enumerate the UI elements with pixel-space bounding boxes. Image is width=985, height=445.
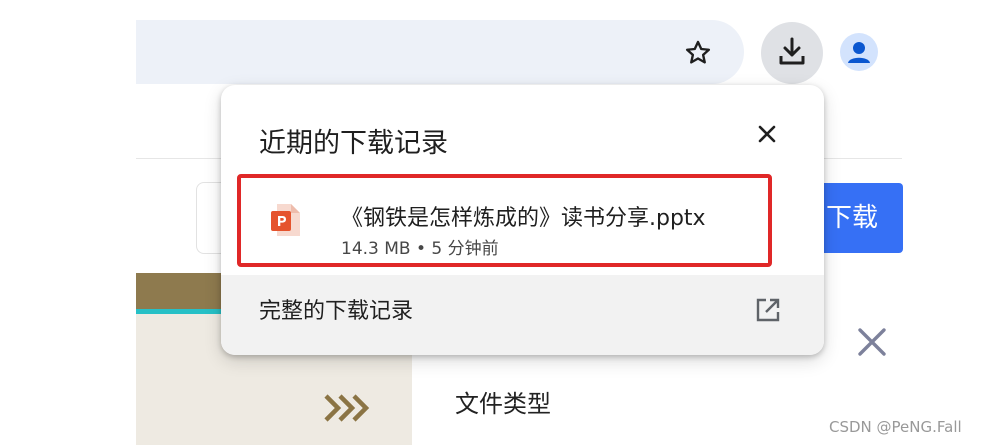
download-file-meta: 14.3 MB • 5 分钟前 xyxy=(341,239,499,259)
close-icon[interactable] xyxy=(751,118,783,150)
account-avatar-icon xyxy=(848,42,870,63)
file-type-label: 文件类型 xyxy=(455,390,551,418)
download-file-name: 《钢铁是怎样炼成的》读书分享.pptx xyxy=(341,206,706,231)
page-download-button[interactable]: 下载 xyxy=(812,183,903,253)
address-bar[interactable] xyxy=(136,20,744,84)
full-history-label: 完整的下载记录 xyxy=(259,299,414,324)
powerpoint-file-icon xyxy=(271,204,300,236)
download-bubble: 近期的下载记录 《钢铁是怎样炼成的》读书分享.pptx 14.3 MB • 5 … xyxy=(221,85,824,355)
bubble-title: 近期的下载记录 xyxy=(259,128,448,159)
triple-chevron-icon xyxy=(324,394,370,422)
download-item[interactable]: 《钢铁是怎样炼成的》读书分享.pptx 14.3 MB • 5 分钟前 xyxy=(237,174,772,267)
browser-window: 下载 文件类型 CSDN @PeNG.Fall 近期的下载记录 《钢铁是怎样炼成… xyxy=(0,0,985,445)
profile-avatar[interactable] xyxy=(840,33,878,71)
bookmark-star-icon[interactable] xyxy=(682,38,714,68)
watermark: CSDN @PeNG.Fall xyxy=(829,418,962,436)
downloads-button[interactable] xyxy=(761,22,823,84)
open-in-new-icon xyxy=(756,298,780,322)
page-close-icon[interactable] xyxy=(852,322,892,362)
full-history-link[interactable]: 完整的下载记录 xyxy=(221,275,824,355)
download-icon xyxy=(779,37,805,65)
